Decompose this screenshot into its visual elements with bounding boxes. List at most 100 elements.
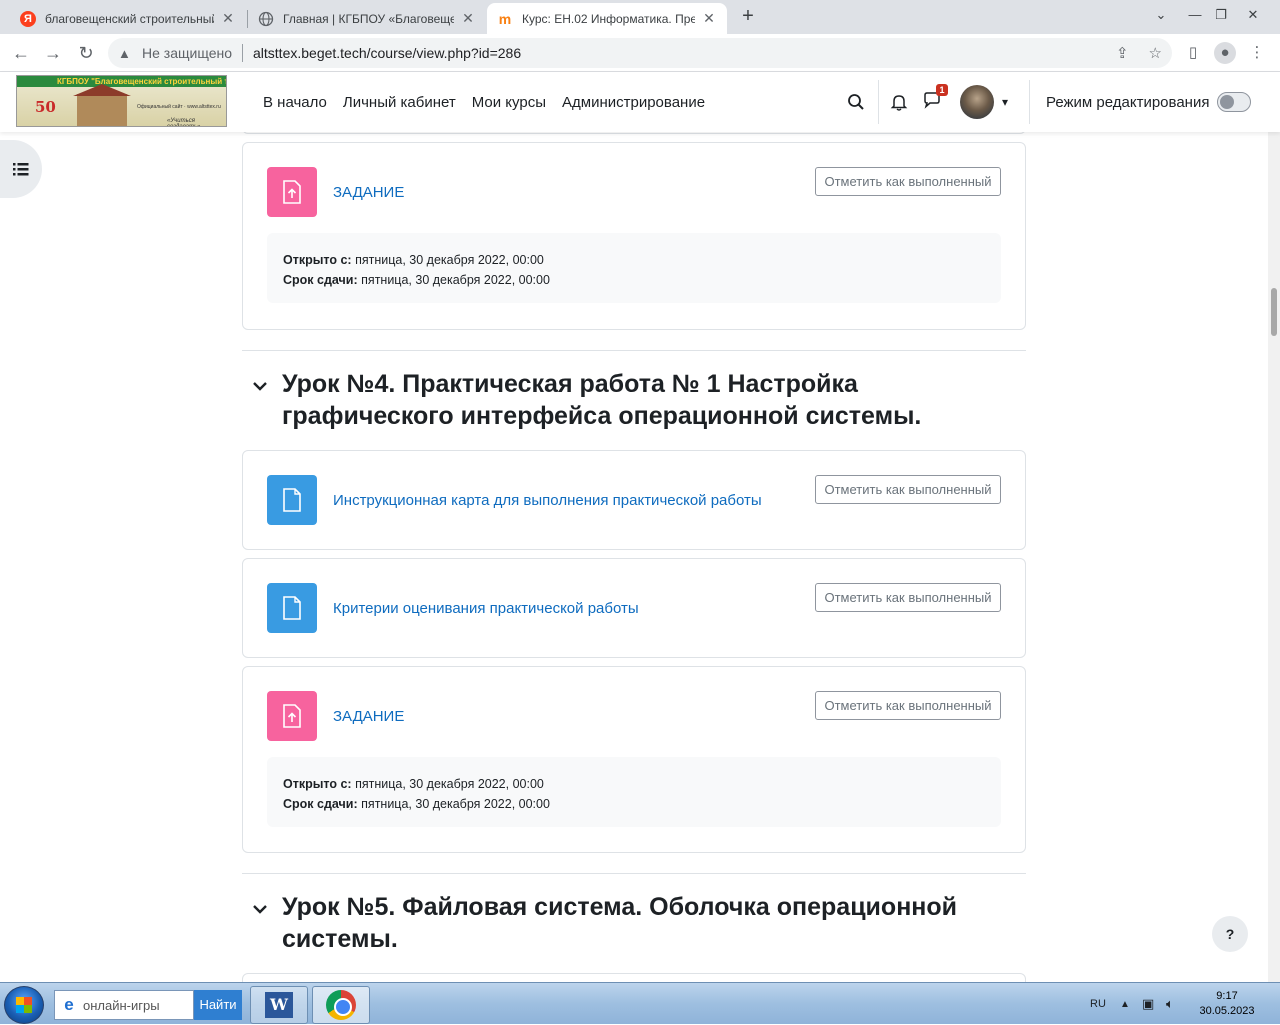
search-icon[interactable] xyxy=(846,72,866,132)
show-hidden-icons-icon[interactable]: ▲ xyxy=(1120,983,1130,1025)
nav-administration[interactable]: Администрирование xyxy=(562,94,705,111)
tab-search-chevron-icon[interactable]: ⌄ xyxy=(1146,0,1176,34)
security-status[interactable]: Не защищено xyxy=(142,45,232,61)
language-indicator[interactable]: RU xyxy=(1090,983,1106,1025)
due-value: пятница, 30 декабря 2022, 00:00 xyxy=(361,797,550,811)
yandex-icon: Я xyxy=(20,10,36,27)
bookmark-star-icon[interactable]: ☆ xyxy=(1149,44,1162,62)
globe-icon xyxy=(258,11,274,27)
tab-course-active[interactable]: m Курс: ЕН.02 Информатика. Пре ✕ xyxy=(487,3,727,34)
scrollbar-thumb[interactable] xyxy=(1271,288,1277,336)
activity-card-partial xyxy=(242,973,1026,982)
tab-yandex-search[interactable]: Я благовещенский строительный ✕ xyxy=(10,3,246,34)
activity-dates: Открыто с: пятница, 30 декабря 2022, 00:… xyxy=(267,757,1001,827)
section-divider xyxy=(242,350,1026,351)
logo-motto: «Учиться создавать» xyxy=(167,118,201,127)
tab-title: благовещенский строительный xyxy=(45,11,214,26)
edit-mode-label: Режим редактирования xyxy=(1046,93,1210,111)
activity-link[interactable]: Инструкционная карта для выполнения прак… xyxy=(333,492,762,509)
mark-done-button[interactable]: Отметить как выполненный xyxy=(815,583,1001,612)
edit-mode-control[interactable]: Режим редактирования xyxy=(1046,72,1252,132)
menu-dots-icon[interactable]: ⋮ xyxy=(1246,42,1268,64)
help-button[interactable]: ? xyxy=(1212,916,1248,952)
nav-dashboard[interactable]: Личный кабинет xyxy=(343,94,456,111)
assignment-upload-icon xyxy=(267,691,317,741)
close-window-button[interactable]: ✕ xyxy=(1238,0,1268,34)
back-arrow-icon[interactable]: ← xyxy=(8,40,34,66)
volume-icon[interactable]: 🔈︎ xyxy=(1166,983,1174,1025)
mark-done-button[interactable]: Отметить как выполненный xyxy=(815,167,1001,196)
opened-label: Открыто с: xyxy=(283,253,352,267)
edit-mode-toggle[interactable] xyxy=(1217,92,1252,112)
tab-title: Главная | КГБПОУ «Благовещен xyxy=(283,11,454,26)
clock-time: 9:17 xyxy=(1216,990,1238,1002)
messages-chat-icon[interactable]: 1 xyxy=(922,72,948,132)
activity-card-assignment: ЗАДАНИЕ Отметить как выполненный Открыто… xyxy=(242,666,1026,853)
warning-triangle-icon[interactable]: ▲ xyxy=(118,46,136,61)
forward-arrow-icon[interactable]: → xyxy=(40,40,66,66)
divider xyxy=(242,44,243,62)
list-icon xyxy=(13,163,29,176)
nav-home[interactable]: В начало xyxy=(263,94,327,111)
chevron-down-icon[interactable] xyxy=(250,376,270,396)
activity-card-resource: Критерии оценивания практической работы … xyxy=(242,558,1026,658)
due-label: Срок сдачи: xyxy=(283,797,358,811)
assignment-upload-icon xyxy=(267,167,317,217)
close-tab-icon[interactable]: ✕ xyxy=(701,10,717,27)
opened-label: Открыто с: xyxy=(283,777,352,791)
chevron-down-icon[interactable]: ▾ xyxy=(1002,95,1008,109)
side-panel-icon[interactable]: ▯ xyxy=(1182,42,1204,64)
activity-link[interactable]: ЗАДАНИЕ xyxy=(333,184,404,201)
section-title[interactable]: Урок №5. Файловая система. Оболочка опер… xyxy=(282,891,1012,955)
url-text[interactable]: altsttex.beget.tech/course/view.php?id=2… xyxy=(253,45,521,61)
activity-card-resource: Инструкционная карта для выполнения прак… xyxy=(242,450,1026,550)
reload-icon[interactable]: ↻ xyxy=(73,40,99,66)
chrome-icon xyxy=(326,990,356,1020)
mark-done-button[interactable]: Отметить как выполненный xyxy=(815,691,1001,720)
divider xyxy=(878,80,879,124)
word-taskbar-button[interactable]: W xyxy=(250,986,308,1024)
new-tab-button[interactable]: + xyxy=(737,5,759,27)
activity-link[interactable]: ЗАДАНИЕ xyxy=(333,708,404,725)
clock-date: 30.05.2023 xyxy=(1199,1005,1255,1017)
tab-college-home[interactable]: Главная | КГБПОУ «Благовещен ✕ xyxy=(248,3,486,34)
browser-toolbar: ← → ↻ ▲ Не защищено altsttex.beget.tech/… xyxy=(0,34,1280,72)
divider xyxy=(1029,80,1030,124)
chevron-down-icon[interactable] xyxy=(250,899,270,919)
close-tab-icon[interactable]: ✕ xyxy=(220,10,236,27)
user-menu[interactable]: ▾ xyxy=(960,72,1008,132)
close-tab-icon[interactable]: ✕ xyxy=(460,10,476,27)
scrollbar-track[interactable] xyxy=(1268,132,1280,982)
share-icon[interactable]: ⇪ xyxy=(1116,44,1129,62)
opened-date-line: Открыто с: пятница, 30 декабря 2022, 00:… xyxy=(283,250,985,270)
file-icon xyxy=(267,583,317,633)
restore-button[interactable]: ❐ xyxy=(1206,0,1236,34)
notifications-bell-icon[interactable] xyxy=(889,72,909,132)
site-logo[interactable]: КГБПОУ "Благовещенский строительный техн… xyxy=(16,75,227,127)
due-value: пятница, 30 декабря 2022, 00:00 xyxy=(361,273,550,287)
browser-tab-strip: Я благовещенский строительный ✕ Главная … xyxy=(0,0,1280,34)
address-bar[interactable]: ▲ Не защищено altsttex.beget.tech/course… xyxy=(108,38,1172,68)
nav-my-courses[interactable]: Мои курсы xyxy=(472,94,546,111)
taskbar-search-input[interactable]: e онлайн-игры xyxy=(54,990,194,1020)
start-button[interactable] xyxy=(4,986,44,1024)
site-navbar: КГБПОУ "Благовещенский строительный техн… xyxy=(0,72,1280,132)
messages-icon-wrap[interactable]: 1 xyxy=(922,83,948,115)
due-label: Срок сдачи: xyxy=(283,273,358,287)
tab-title: Курс: ЕН.02 Информатика. Пре xyxy=(522,11,695,26)
system-clock[interactable]: 9:17 30.05.2023 xyxy=(1192,989,1262,1019)
due-date-line: Срок сдачи: пятница, 30 декабря 2022, 00… xyxy=(283,794,985,814)
opened-date-line: Открыто с: пятница, 30 декабря 2022, 00:… xyxy=(283,774,985,794)
search-find-button[interactable]: Найти xyxy=(194,990,242,1020)
avatar[interactable] xyxy=(960,85,994,119)
activity-link[interactable]: Критерии оценивания практической работы xyxy=(333,600,639,617)
logo-subtitle: Официальный сайт · www.altsttex.ru xyxy=(137,104,221,110)
network-icon[interactable]: ▣ xyxy=(1142,983,1154,1025)
word-icon: W xyxy=(265,992,293,1018)
section-title[interactable]: Урок №4. Практическая работа № 1 Настрой… xyxy=(282,368,1012,432)
chrome-taskbar-button[interactable] xyxy=(312,986,370,1024)
profile-icon[interactable]: ● xyxy=(1214,42,1236,64)
course-index-toggle[interactable] xyxy=(0,140,42,198)
mark-done-button[interactable]: Отметить как выполненный xyxy=(815,475,1001,504)
search-text[interactable]: онлайн-игры xyxy=(83,998,160,1013)
